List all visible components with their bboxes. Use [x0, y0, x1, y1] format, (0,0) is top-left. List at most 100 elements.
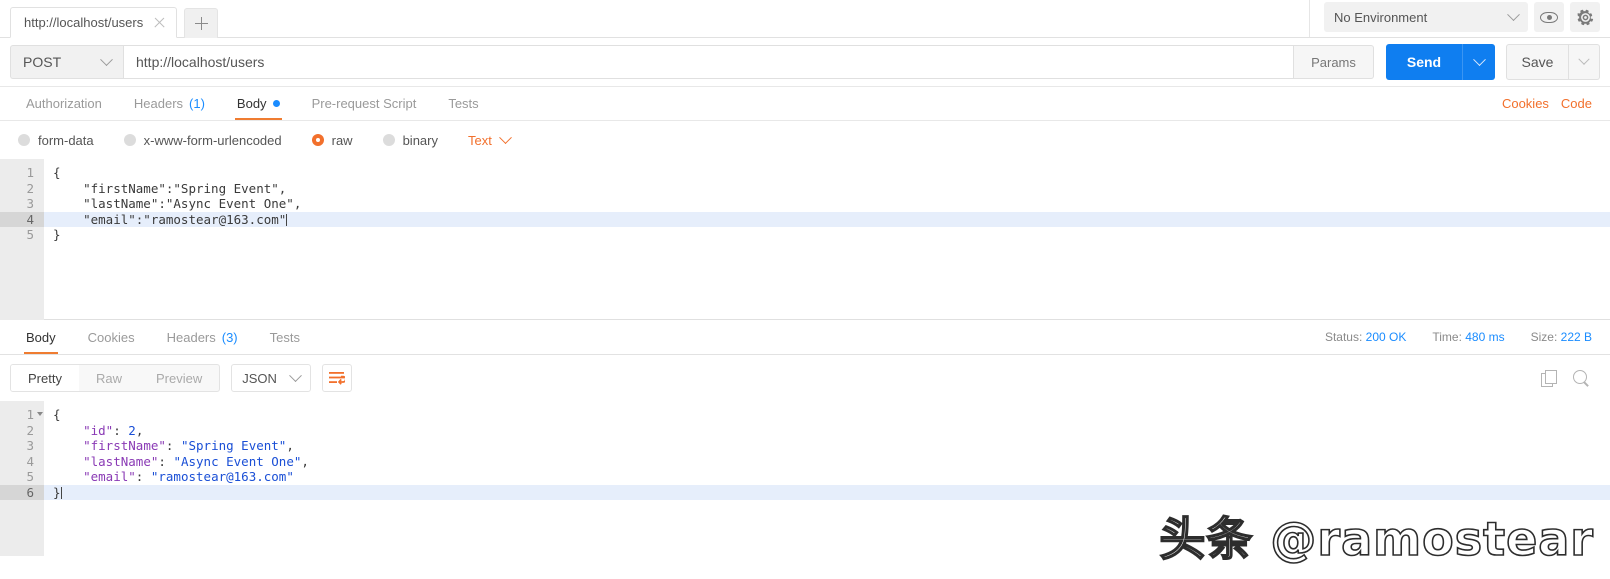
- response-tab-body[interactable]: Body: [10, 320, 72, 354]
- request-tab[interactable]: http://localhost/users: [10, 7, 178, 38]
- tab-count: (3): [221, 329, 238, 345]
- tab-label: Tests: [269, 329, 300, 345]
- close-icon[interactable]: [153, 16, 166, 29]
- response-tab-cookies[interactable]: Cookies: [72, 320, 151, 354]
- code-token: ,: [135, 422, 144, 438]
- body-type-raw[interactable]: raw: [311, 132, 353, 148]
- size-indicator: Size: 222 B: [1531, 330, 1592, 344]
- http-method-value: POST: [23, 54, 62, 70]
- body-type-label: x-www-form-urlencoded: [143, 132, 282, 148]
- status-value: 200 OK: [1365, 330, 1407, 344]
- request-body-editor[interactable]: 12345 { "firstName":"Spring Event", "las…: [0, 159, 1610, 320]
- response-tab-tests[interactable]: Tests: [254, 320, 316, 354]
- send-options-button[interactable]: [1462, 44, 1495, 80]
- code-line: "firstName":"Spring Event",: [53, 180, 287, 196]
- code-token: "Spring Event": [180, 438, 287, 453]
- status-label: Status:: [1324, 330, 1363, 344]
- body-type-binary[interactable]: binary: [382, 132, 438, 148]
- tab-authorization[interactable]: Authorization: [10, 87, 118, 120]
- settings-button[interactable]: [1570, 2, 1600, 32]
- tab-pre-request-script[interactable]: Pre-request Script: [296, 87, 433, 120]
- response-meta: Status: 200 OK Time: 480 ms Size: 222 B: [1325, 320, 1600, 354]
- code-line: "lastName": "Async Event One",: [44, 454, 1610, 470]
- raw-format-select[interactable]: Text: [468, 130, 512, 148]
- line-number: 1: [0, 407, 44, 423]
- size-value: 222 B: [1560, 330, 1592, 344]
- word-wrap-icon: [329, 372, 346, 385]
- line-number: 5: [26, 227, 34, 242]
- line-number: 4: [0, 211, 44, 227]
- code-token: :: [135, 469, 151, 484]
- tab-label: Tests: [448, 96, 479, 111]
- save-options-button[interactable]: [1569, 44, 1600, 80]
- tab-tests[interactable]: Tests: [432, 87, 494, 120]
- postman-window: http://localhost/users No Environment PO…: [0, 0, 1610, 579]
- radio-icon: [123, 134, 136, 146]
- text-caret: [286, 213, 288, 226]
- request-gutter: 12345: [0, 159, 44, 320]
- code-line: "lastName":"Async Event One",: [53, 196, 302, 211]
- line-number: 3: [26, 196, 34, 211]
- code-line: {: [53, 165, 61, 180]
- radio-icon-selected: [311, 134, 324, 146]
- line-number: 2: [26, 422, 34, 438]
- response-gutter: 123456: [0, 401, 44, 556]
- body-type-x-www-form-urlencoded[interactable]: x-www-form-urlencoded: [123, 132, 282, 148]
- response-body-viewer[interactable]: 123456 { "id": 2, "firstName": "Spring E…: [0, 401, 1610, 556]
- tab-label: Authorization: [26, 96, 102, 111]
- response-view-modes: Pretty Raw Preview: [10, 364, 221, 392]
- code-line: {: [44, 407, 1610, 423]
- cookies-link[interactable]: Cookies: [1502, 96, 1549, 111]
- word-wrap-button[interactable]: [321, 364, 352, 392]
- code-link[interactable]: Code: [1561, 96, 1592, 111]
- code-token: "lastName": [83, 453, 159, 469]
- code-line: "email":"ramostear@163.com": [44, 211, 1610, 227]
- code-line: }: [53, 227, 61, 242]
- gear-icon: [1577, 9, 1593, 25]
- response-code-area[interactable]: { "id": 2, "firstName": "Spring Event", …: [44, 401, 1610, 556]
- response-tab-headers[interactable]: Headers (3): [151, 320, 254, 354]
- view-mode-preview[interactable]: Preview: [139, 365, 219, 391]
- status-indicator: Status: 200 OK: [1325, 330, 1406, 344]
- code-token: {: [53, 407, 61, 422]
- body-type-form-data[interactable]: form-data: [18, 133, 94, 148]
- line-number: 1: [26, 165, 34, 180]
- body-type-label: raw: [331, 132, 353, 148]
- body-type-label: binary: [402, 132, 438, 148]
- environment-quick-look-button[interactable]: [1534, 2, 1564, 32]
- line-number: 2: [26, 180, 34, 196]
- response-format-select[interactable]: JSON: [231, 364, 311, 392]
- code-line: "email": "ramostear@163.com": [44, 469, 1610, 485]
- time-indicator: Time: 480 ms: [1432, 330, 1504, 344]
- time-label: Time:: [1432, 330, 1462, 344]
- line-number: 3: [26, 438, 34, 453]
- copy-icon[interactable]: [1541, 370, 1557, 387]
- tab-headers[interactable]: Headers (1): [118, 87, 221, 120]
- http-method-select[interactable]: POST: [10, 45, 123, 79]
- send-button[interactable]: Send: [1386, 44, 1462, 80]
- response-actions: [1541, 369, 1600, 387]
- params-button[interactable]: Params: [1294, 45, 1374, 79]
- line-number: 4: [26, 453, 34, 469]
- url-input[interactable]: http://localhost/users: [123, 45, 1294, 79]
- time-value: 480 ms: [1465, 330, 1505, 344]
- fold-toggle-icon[interactable]: [37, 412, 43, 416]
- code-token: "id": [83, 422, 114, 438]
- code-token: "email": [83, 469, 136, 484]
- environment-select[interactable]: No Environment: [1324, 2, 1528, 32]
- view-mode-pretty[interactable]: Pretty: [11, 365, 79, 391]
- request-code-area[interactable]: { "firstName":"Spring Event", "lastName"…: [44, 159, 1610, 319]
- tab-body[interactable]: Body: [221, 87, 296, 120]
- view-mode-raw[interactable]: Raw: [79, 365, 139, 391]
- code-token: ,: [286, 438, 294, 453]
- request-links: Cookies Code: [1502, 87, 1600, 120]
- save-button[interactable]: Save: [1506, 44, 1569, 80]
- chevron-down-icon: [100, 53, 113, 70]
- new-tab-button[interactable]: [184, 8, 219, 38]
- code-token: ,: [301, 453, 309, 469]
- code-line: }: [44, 484, 1610, 500]
- radio-icon: [18, 134, 30, 146]
- search-icon[interactable]: [1573, 369, 1590, 387]
- response-tabs: Body Cookies Headers (3) Tests Status: 2…: [0, 320, 1610, 355]
- environment-select-value: No Environment: [1334, 9, 1428, 25]
